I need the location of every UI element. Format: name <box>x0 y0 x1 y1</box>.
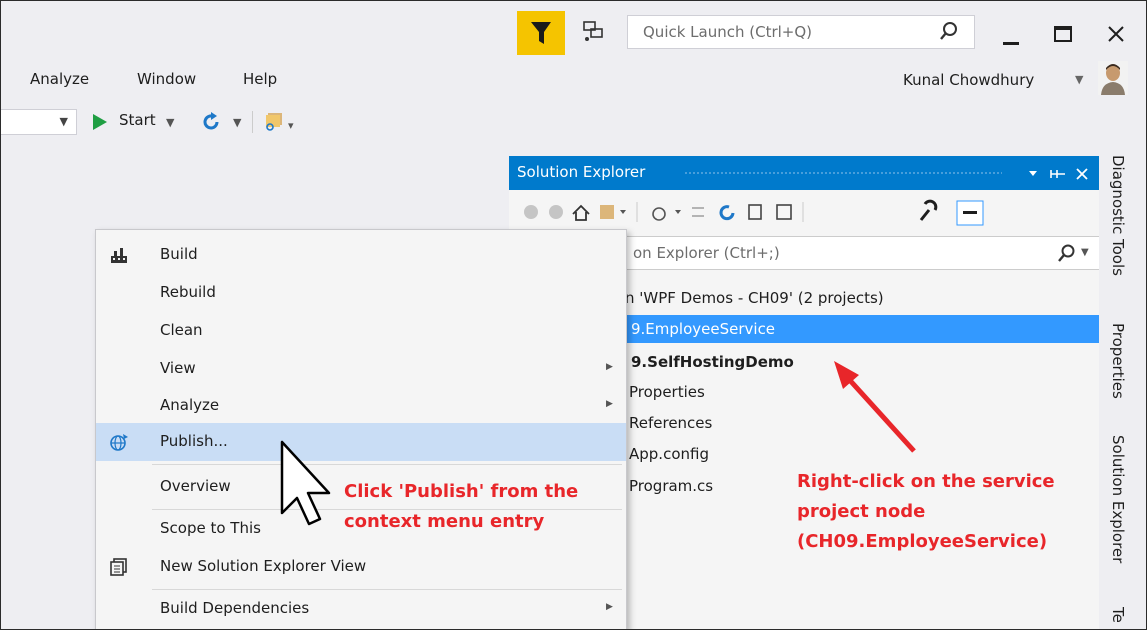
filter-icon <box>531 22 551 44</box>
forward-icon <box>549 205 563 219</box>
tab-solution-explorer[interactable]: Solution Explorer <box>1109 435 1127 563</box>
submenu-arrow-icon: ▶ <box>606 399 613 409</box>
properties-wrench-icon <box>919 199 938 221</box>
chevron-down-icon[interactable]: ▼ <box>1081 247 1089 258</box>
context-menu-label: Rebuild <box>160 283 216 301</box>
annotation-line: project node <box>797 501 926 522</box>
chevron-down-icon[interactable]: ▼ <box>166 116 174 129</box>
tab-diagnostic-tools[interactable]: Diagnostic Tools <box>1109 155 1127 276</box>
back-icon <box>524 205 538 219</box>
submenu-arrow-icon: ▶ <box>606 362 613 372</box>
toolbar-separator <box>252 111 253 133</box>
annotation-line: (CH09.EmployeeService) <box>797 531 1048 552</box>
context-menu-rebuild[interactable]: Rebuild <box>96 274 626 312</box>
context-menu-clean[interactable]: Clean <box>96 312 626 350</box>
home-icon <box>572 204 590 221</box>
refresh-icon[interactable] <box>200 111 222 133</box>
minimize-icon[interactable] <box>1001 25 1021 47</box>
context-menu-view[interactable]: View ▶ <box>96 350 626 388</box>
start-play-icon[interactable] <box>92 113 108 131</box>
tree-node-label: 9.EmployeeService <box>631 320 776 338</box>
chevron-down-icon[interactable]: ▼ <box>1075 73 1083 86</box>
tab-properties[interactable]: Properties <box>1109 323 1127 399</box>
context-menu-new-solution-explorer-view[interactable]: New Solution Explorer View <box>96 548 626 586</box>
menu-window[interactable]: Window <box>137 70 196 88</box>
solution-explorer-toolbar <box>509 190 1099 234</box>
user-name[interactable]: Kunal Chowdhury <box>903 71 1034 89</box>
context-menu-publish[interactable]: Publish... <box>96 423 626 461</box>
tree-node-label: Properties <box>629 383 705 401</box>
service-annotation: Right-click on the service project node … <box>797 467 1055 557</box>
toolbar-overflow-icon[interactable]: ▾ <box>288 119 294 132</box>
menu-help[interactable]: Help <box>243 70 277 88</box>
submenu-arrow-icon: ▶ <box>606 602 613 612</box>
search-placeholder: on Explorer (Ctrl+;) <box>633 244 780 262</box>
search-icon <box>1058 244 1075 262</box>
annotation-line: context menu entry <box>344 511 545 532</box>
pending-changes-icon <box>652 207 666 221</box>
browse-icon[interactable] <box>263 111 287 133</box>
side-tool-tabs: Diagnostic Tools Properties Solution Exp… <box>1101 151 1146 629</box>
solution-explorer-title-bar: Solution Explorer <box>509 156 1099 190</box>
menu-analyze[interactable]: Analyze <box>30 70 89 88</box>
tab-team-explorer[interactable]: Te <box>1109 607 1127 623</box>
refresh-icon <box>719 205 735 221</box>
chevron-down-icon <box>675 210 681 214</box>
feedback-icon[interactable] <box>581 19 605 43</box>
tree-node-label: Program.cs <box>629 477 714 495</box>
annotation-line: Right-click on the service <box>797 471 1055 492</box>
collapse-all-icon <box>748 204 762 220</box>
dropdown-icon <box>1029 171 1037 176</box>
build-icon <box>111 248 127 263</box>
tree-node-label: References <box>629 414 713 432</box>
close-icon <box>1076 168 1088 180</box>
context-menu-label: Scope to This <box>160 519 261 537</box>
context-menu-analyze[interactable]: Analyze ▶ <box>96 387 626 425</box>
pin-icon <box>1050 170 1065 178</box>
panel-window-buttons <box>1029 168 1088 180</box>
quick-launch-placeholder: Quick Launch (Ctrl+Q) <box>643 23 813 41</box>
solution-platform-combo[interactable]: ▼ <box>1 109 77 135</box>
show-all-files-icon <box>776 204 792 220</box>
maximize-icon[interactable] <box>1052 23 1074 45</box>
chevron-down-icon[interactable]: ▼ <box>233 116 241 129</box>
context-menu: Build Rebuild Clean View ▶ Analyze ▶ Publi… <box>95 229 627 629</box>
context-menu-label: Overview <box>160 477 231 495</box>
visual-studio-window: Quick Launch (Ctrl+Q) Analyze Window Hel… <box>0 0 1147 630</box>
avatar[interactable] <box>1098 61 1128 95</box>
search-icon <box>940 22 957 40</box>
tree-node-label: n 'WPF Demos - CH09' (2 projects) <box>625 289 884 307</box>
solution-explorer-title: Solution Explorer <box>517 163 646 181</box>
context-menu-label: Publish... <box>160 432 228 450</box>
new-view-icon <box>110 558 127 576</box>
feedback-filter-button[interactable] <box>517 11 565 55</box>
context-menu-label: Clean <box>160 321 203 339</box>
context-menu-label: View <box>160 359 196 377</box>
preview-icon <box>963 211 977 214</box>
tree-node-label: 9.SelfHostingDemo <box>631 353 794 371</box>
publish-annotation: Click 'Publish' from the context menu en… <box>344 477 578 537</box>
chevron-down-icon: ▼ <box>59 115 68 128</box>
close-icon[interactable] <box>1105 23 1127 45</box>
context-menu-build[interactable]: Build <box>96 236 626 274</box>
tree-node-label: App.config <box>629 445 709 463</box>
solution-explorer-toolbar-icons <box>524 199 984 226</box>
context-menu-label: Build <box>160 245 198 263</box>
globe-publish-icon <box>110 434 128 451</box>
context-menu-label: Build Dependencies <box>160 599 310 617</box>
quick-launch-input[interactable]: Quick Launch (Ctrl+Q) <box>627 15 975 49</box>
sync-icon <box>692 207 704 217</box>
title-grip <box>684 171 1002 176</box>
start-button[interactable]: Start <box>119 111 156 129</box>
switch-views-icon <box>600 205 614 219</box>
annotation-line: Click 'Publish' from the <box>344 481 579 502</box>
context-menu-label: New Solution Explorer View <box>160 557 367 575</box>
chevron-down-icon <box>620 210 626 214</box>
context-menu-label: Analyze <box>160 396 220 414</box>
context-menu-build-dependencies[interactable]: Build Dependencies ▶ <box>96 590 626 628</box>
context-menu-separator <box>152 464 622 465</box>
